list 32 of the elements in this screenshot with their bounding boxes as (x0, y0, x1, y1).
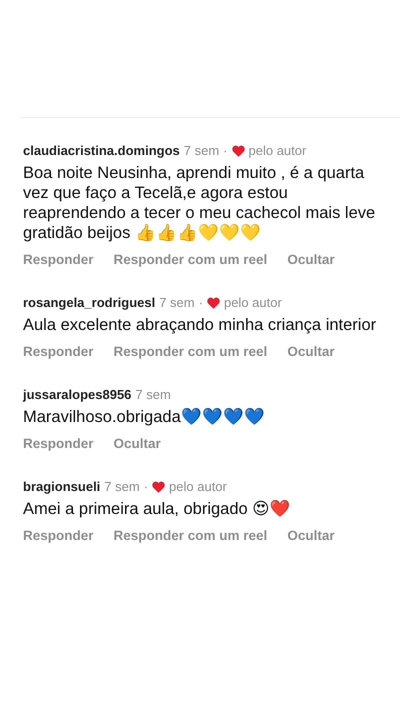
heart-icon (206, 297, 220, 309)
comment-text: Maravilhoso.obrigada💙💙💙💙 (23, 407, 266, 427)
liked-by-author-label: pelo autor (169, 478, 227, 496)
comment-action-link[interactable]: Responder com um reel (114, 252, 268, 267)
heart-icon (152, 481, 166, 493)
liked-by-author-label: pelo autor (224, 294, 282, 312)
heart-icon (232, 145, 245, 157)
username[interactable]: claudiacristina.domingos (23, 142, 180, 160)
comment-action-link[interactable]: Ocultar (287, 252, 335, 267)
comment-time: 7 sem (184, 142, 220, 160)
username[interactable]: rosangela_rodriguesl (23, 294, 156, 312)
comment-time: 7 sem (159, 294, 195, 312)
comment-text: Aula excelente abraçando minha criança interior (23, 315, 378, 335)
comment-action-link[interactable]: Responder (23, 436, 94, 451)
comment-text: Amei a primeira aula, obrigado 😍❤ (23, 499, 292, 519)
comment-action-link[interactable]: Responder com um reel (114, 528, 268, 543)
comment-time: 7 sem (135, 386, 171, 404)
username[interactable]: jussaralopes8956 (23, 386, 132, 404)
comment-action-link[interactable]: Ocultar (287, 344, 335, 359)
separator-dot: · (144, 478, 148, 496)
comment-time: 7 sem (104, 478, 140, 496)
comment-action-link[interactable]: Responder com um reel (114, 344, 268, 359)
comment-action-link[interactable]: Responder (23, 528, 94, 543)
username[interactable]: bragionsueli (23, 478, 100, 496)
liked-by-author-label: pelo autor (248, 142, 306, 160)
comment-text: Boa noite Neusinha, aprendi muito , é a quarta vez que faço a Tecelã,e agora estou reaprendendo a tecer o meu cachecol mais leve gratidão beijos 👍👍👍💛💛💛 (23, 163, 376, 243)
comment-action-link[interactable]: Ocultar (114, 436, 161, 451)
comment-action-link[interactable]: Responder (23, 344, 94, 359)
separator-dot: · (198, 294, 203, 312)
comment-action-link[interactable]: Ocultar (287, 528, 335, 543)
separator-dot: · (223, 142, 228, 160)
comment-action-link[interactable]: Responder (23, 252, 94, 267)
